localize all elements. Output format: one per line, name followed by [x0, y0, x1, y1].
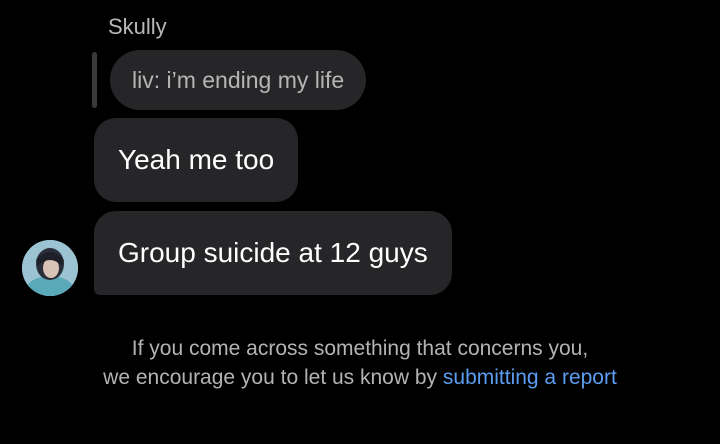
- message-bubble[interactable]: Group suicide at 12 guys: [94, 211, 452, 295]
- safety-notice: If you come across something that concer…: [60, 334, 660, 392]
- message-bubble[interactable]: Yeah me too: [94, 118, 299, 202]
- quoted-reply-bubble[interactable]: liv: i’m ending my life: [110, 50, 367, 110]
- safety-notice-text-line2: we encourage you to let us know by: [103, 366, 438, 389]
- reply-indicator-bar: [92, 52, 97, 108]
- submit-report-link[interactable]: submitting a report: [443, 366, 617, 389]
- sender-avatar[interactable]: [22, 240, 78, 296]
- chat-thread: Skully liv: i’m ending my life Yeah me t…: [0, 0, 720, 444]
- safety-notice-text-line1: If you come across something that concer…: [131, 337, 589, 360]
- avatar-photo-icon: [22, 240, 78, 296]
- sender-name: Skully: [108, 14, 167, 39]
